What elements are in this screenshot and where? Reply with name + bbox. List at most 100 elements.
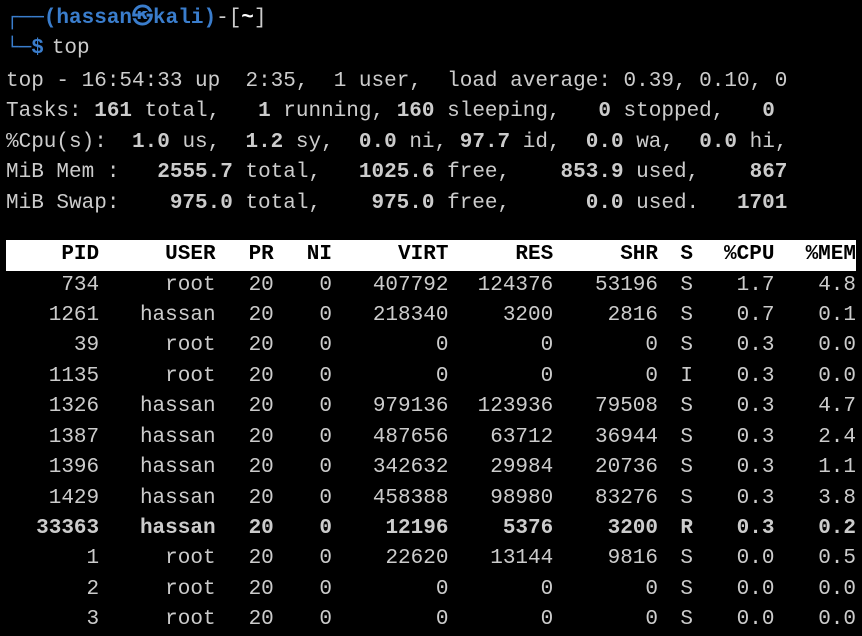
table-header-row[interactable]: PID USER PR NI VIRT RES SHR S %CPU %MEM [6,240,856,270]
cell-shr: 0 [553,362,658,392]
header-virt[interactable]: VIRT [332,240,448,270]
cell-cpu: 1.7 [693,271,775,301]
table-row[interactable]: 1root20022620131449816S0.00.5 [6,544,856,574]
cell-res: 124376 [448,271,553,301]
cell-pr: 20 [216,514,274,544]
cell-shr: 0 [553,605,658,635]
table-row[interactable]: 1387hassan2004876566371236944S0.32.4 [6,423,856,453]
cell-user: hassan [99,484,215,514]
cell-user: hassan [99,392,215,422]
cell-pr: 20 [216,392,274,422]
cell-s: S [658,453,693,483]
box-drawing-top: ┌── [6,4,44,34]
prompt-user: hassan [56,4,132,34]
cell-s: R [658,514,693,544]
prompt-line-2[interactable]: └─$top [6,34,856,64]
header-pr[interactable]: PR [216,240,274,270]
cell-mem: 0.1 [774,301,856,331]
prompt-line-1: ┌──(hassan㉿kali)-[~] [6,4,856,34]
cell-pr: 20 [216,331,274,361]
table-row[interactable]: 3root200000S0.00.0 [6,605,856,635]
cell-ni: 0 [274,271,332,301]
cell-virt: 342632 [332,453,448,483]
cell-res: 13144 [448,544,553,574]
table-row[interactable]: 1429hassan2004583889898083276S0.33.8 [6,484,856,514]
cell-cpu: 0.3 [693,484,775,514]
header-user[interactable]: USER [99,240,215,270]
header-ni[interactable]: NI [274,240,332,270]
cell-pr: 20 [216,301,274,331]
prompt-host: kali [153,4,203,34]
cell-user: root [99,544,215,574]
cell-cpu: 0.7 [693,301,775,331]
header-s[interactable]: S [658,240,693,270]
skull-icon: ㉿ [132,4,153,34]
cell-pr: 20 [216,453,274,483]
cell-res: 0 [448,331,553,361]
table-row[interactable]: 734root20040779212437653196S1.74.8 [6,271,856,301]
cell-cpu: 0.0 [693,544,775,574]
cell-user: root [99,605,215,635]
cell-res: 5376 [448,514,553,544]
header-shr[interactable]: SHR [553,240,658,270]
command-input[interactable]: top [52,34,90,64]
cell-shr: 53196 [553,271,658,301]
summary-line-cpu: %Cpu(s): 1.0 us, 1.2 sy, 0.0 ni, 97.7 id… [6,128,856,158]
header-cpu[interactable]: %CPU [693,240,775,270]
dash: - [216,4,229,34]
cell-user: root [99,362,215,392]
cell-pr: 20 [216,544,274,574]
cell-ni: 0 [274,605,332,635]
bracket-close: ] [254,4,267,34]
cell-shr: 83276 [553,484,658,514]
cell-user: root [99,271,215,301]
cell-virt: 0 [332,605,448,635]
table-row[interactable]: 1326hassan20097913612393679508S0.34.7 [6,392,856,422]
cell-cpu: 0.0 [693,575,775,605]
cell-pr: 20 [216,484,274,514]
table-row[interactable]: 1135root200000I0.30.0 [6,362,856,392]
table-row[interactable]: 1261hassan20021834032002816S0.70.1 [6,301,856,331]
cell-pid: 2 [6,575,99,605]
cell-user: root [99,331,215,361]
cell-ni: 0 [274,484,332,514]
cell-res: 63712 [448,423,553,453]
cell-s: S [658,423,693,453]
cell-mem: 3.8 [774,484,856,514]
cell-virt: 22620 [332,544,448,574]
process-table[interactable]: PID USER PR NI VIRT RES SHR S %CPU %MEM … [6,240,856,636]
cell-shr: 2816 [553,301,658,331]
cell-s: I [658,362,693,392]
cell-mem: 4.7 [774,392,856,422]
table-row[interactable]: 2root200000S0.00.0 [6,575,856,605]
cell-ni: 0 [274,331,332,361]
header-pid[interactable]: PID [6,240,99,270]
cell-ni: 0 [274,301,332,331]
cell-mem: 0.0 [774,605,856,635]
cell-virt: 979136 [332,392,448,422]
summary-line-mem: MiB Mem : 2555.7 total, 1025.6 free, 853… [6,158,856,188]
table-row[interactable]: 33363hassan2001219653763200R0.30.2 [6,514,856,544]
cell-shr: 9816 [553,544,658,574]
table-row[interactable]: 39root200000S0.30.0 [6,331,856,361]
paren-open: ( [44,4,57,34]
cell-cpu: 0.3 [693,514,775,544]
cell-pid: 1326 [6,392,99,422]
cell-user: hassan [99,514,215,544]
cell-pr: 20 [216,575,274,605]
table-row[interactable]: 1396hassan2003426322998420736S0.31.1 [6,453,856,483]
blank-line [6,219,856,240]
cell-s: S [658,331,693,361]
cell-mem: 2.4 [774,423,856,453]
top-output[interactable]: top - 16:54:33 up 2:35, 1 user, load ave… [6,67,856,636]
header-mem[interactable]: %MEM [774,240,856,270]
cell-shr: 0 [553,331,658,361]
cell-mem: 0.2 [774,514,856,544]
cell-res: 0 [448,575,553,605]
cell-mem: 0.5 [774,544,856,574]
cell-virt: 487656 [332,423,448,453]
header-res[interactable]: RES [448,240,553,270]
cell-user: root [99,575,215,605]
cell-cpu: 0.0 [693,605,775,635]
cell-pid: 1429 [6,484,99,514]
